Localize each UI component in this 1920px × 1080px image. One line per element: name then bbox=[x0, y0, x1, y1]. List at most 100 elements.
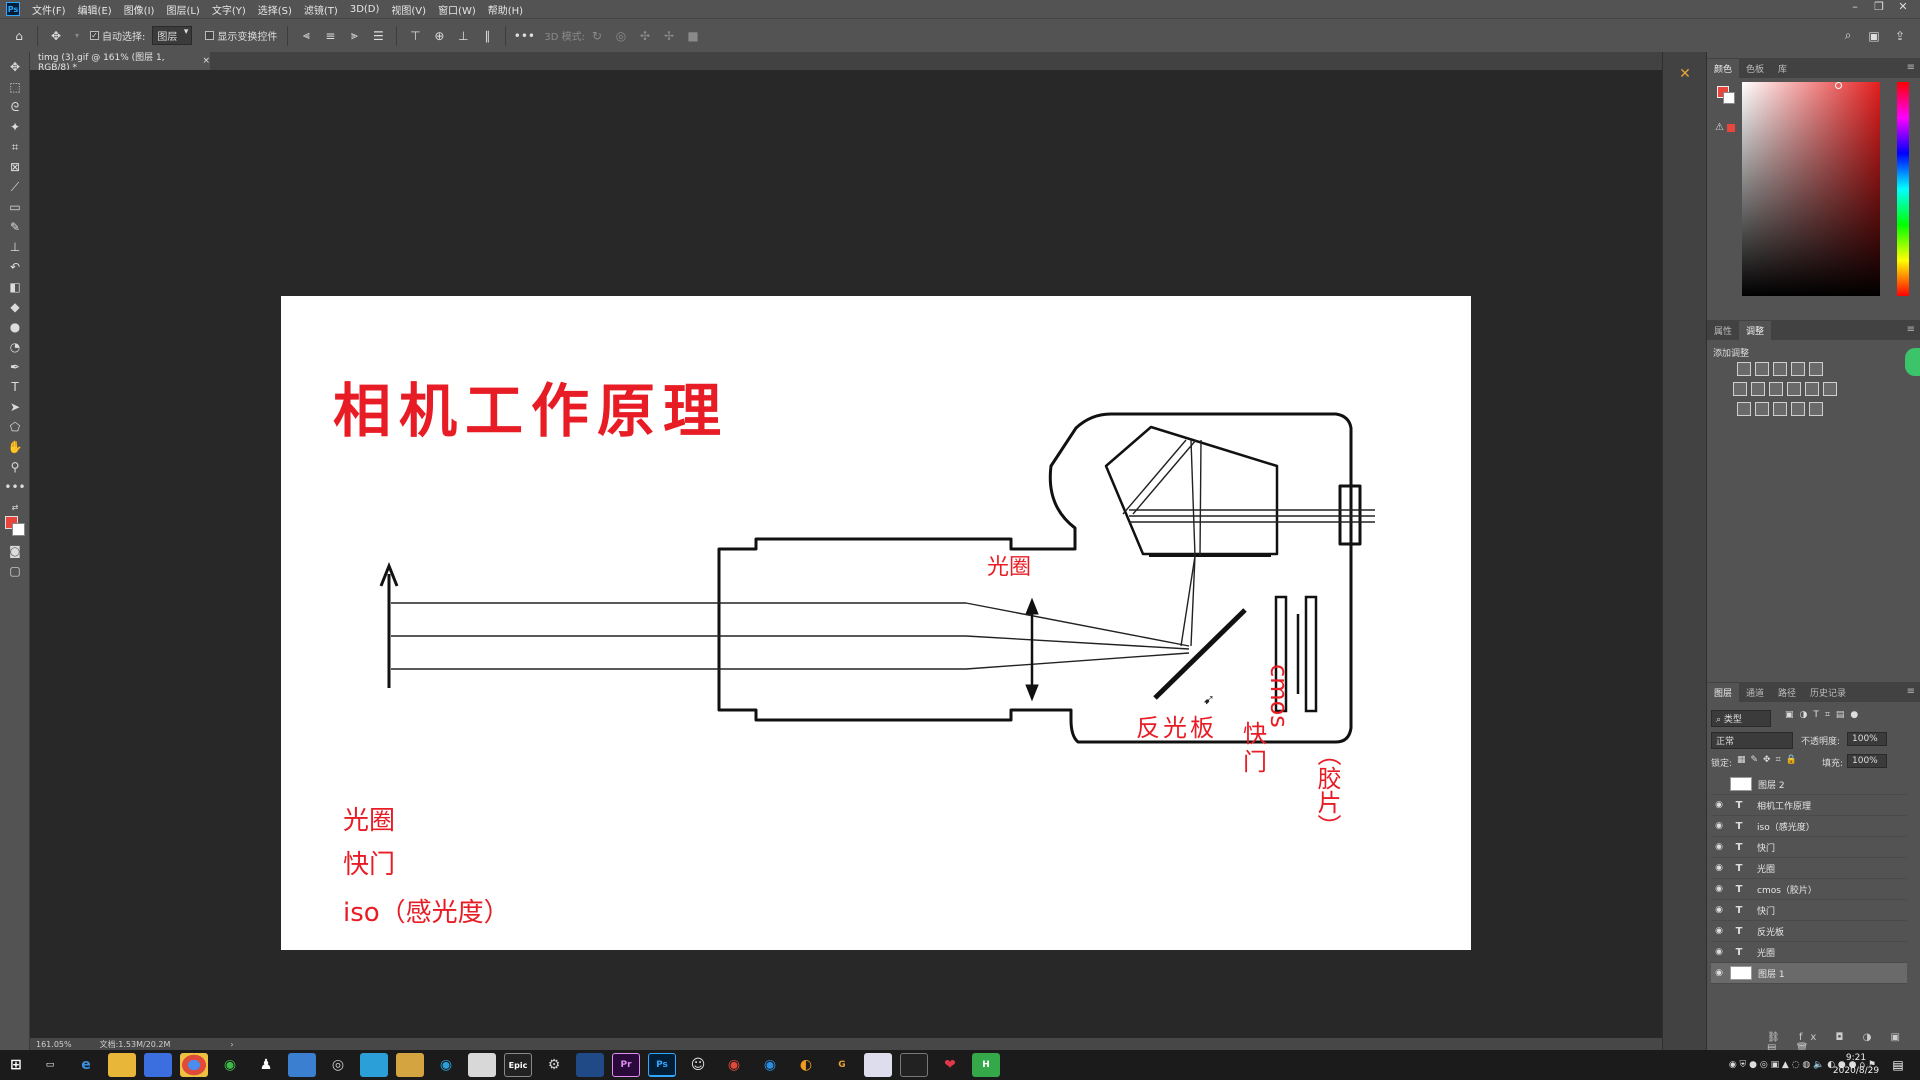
zoom-level[interactable]: 161.05% bbox=[36, 1040, 72, 1049]
selective-color-icon[interactable] bbox=[1809, 402, 1823, 416]
menu-type[interactable]: 文字(Y) bbox=[206, 2, 252, 17]
status-arrow-icon[interactable]: › bbox=[230, 1040, 233, 1049]
store-icon[interactable] bbox=[144, 1053, 172, 1077]
lasso-tool-icon[interactable]: ᘓ bbox=[5, 98, 25, 116]
pen-tool-icon[interactable]: ✒ bbox=[5, 358, 25, 376]
menu-select[interactable]: 选择(S) bbox=[252, 2, 298, 17]
move-tool-icon[interactable]: ✥ bbox=[47, 27, 65, 45]
assistant-bubble-icon[interactable] bbox=[1905, 348, 1920, 376]
eye-icon[interactable]: ◉ bbox=[1711, 884, 1727, 894]
document-tab[interactable]: timg (3).gif @ 161% (图层 1, RGB/8) * × bbox=[30, 52, 210, 73]
windows-start-icon[interactable]: ⊞ bbox=[4, 1053, 28, 1077]
mail-icon[interactable] bbox=[288, 1053, 316, 1077]
layer-row[interactable]: ◉ T cmos（胶片） bbox=[1711, 879, 1907, 900]
network-app-icon[interactable]: ◎ bbox=[324, 1053, 352, 1077]
background-color-swatch[interactable] bbox=[12, 523, 25, 536]
layer-row[interactable]: ◉ T 反光板 bbox=[1711, 921, 1907, 942]
steam-icon[interactable]: ⚙ bbox=[540, 1053, 568, 1077]
threshold-icon[interactable] bbox=[1773, 402, 1787, 416]
menu-window[interactable]: 窗口(W) bbox=[432, 2, 482, 17]
tab-paths[interactable]: 路径 bbox=[1771, 683, 1803, 702]
distribute-horizontal-icon[interactable]: ☰ bbox=[369, 27, 387, 45]
layer-row[interactable]: 图层 2 bbox=[1711, 774, 1907, 795]
align-hcenter-icon[interactable]: ≡ bbox=[321, 27, 339, 45]
exposure-icon[interactable] bbox=[1791, 362, 1805, 376]
invert-icon[interactable] bbox=[1737, 402, 1751, 416]
restore-icon[interactable]: ❐ bbox=[1868, 0, 1890, 18]
shape-tool-icon[interactable]: ⬠ bbox=[5, 418, 25, 436]
eye-icon[interactable]: ◉ bbox=[1711, 800, 1727, 810]
chrome-icon[interactable] bbox=[180, 1053, 208, 1077]
unreal-icon[interactable] bbox=[900, 1053, 928, 1077]
panel-menu-icon[interactable]: ≡ bbox=[1907, 324, 1915, 335]
3d-pan-icon[interactable]: ✣ bbox=[636, 27, 654, 45]
layer-row[interactable]: ◉ T 相机工作原理 bbox=[1711, 795, 1907, 816]
h-app-icon[interactable]: H bbox=[972, 1053, 1000, 1077]
3d-orbit-icon[interactable]: ↻ bbox=[588, 27, 606, 45]
background-color-swatch[interactable] bbox=[1723, 92, 1735, 104]
healing-brush-tool-icon[interactable]: ▭ bbox=[5, 198, 25, 216]
epic-games-icon[interactable]: Epic bbox=[504, 1053, 532, 1077]
auto-select-checkbox[interactable]: ✓ 自动选择: bbox=[90, 28, 145, 43]
tab-libraries[interactable]: 库 bbox=[1771, 59, 1794, 78]
menu-3d[interactable]: 3D(D) bbox=[344, 4, 386, 15]
edit-toolbar-icon[interactable]: ••• bbox=[4, 478, 25, 496]
tools-panel-icon[interactable]: ✕ bbox=[1677, 66, 1693, 82]
clone-stamp-tool-icon[interactable]: ⊥ bbox=[5, 238, 25, 256]
menu-filter[interactable]: 滤镜(T) bbox=[298, 2, 344, 17]
layer-row[interactable]: ◉ T 光圈 bbox=[1711, 942, 1907, 963]
history-brush-tool-icon[interactable]: ↶ bbox=[5, 258, 25, 276]
media-icon[interactable]: ◐ bbox=[792, 1053, 820, 1077]
workspace-icon[interactable]: ▣ bbox=[1865, 27, 1883, 45]
3d-scale-icon[interactable]: ■ bbox=[684, 27, 702, 45]
zoom-tool-icon[interactable]: ⚲ bbox=[5, 458, 25, 476]
g-app-icon[interactable]: G bbox=[828, 1053, 856, 1077]
crop-tool-icon[interactable]: ⌗ bbox=[5, 138, 25, 156]
align-left-icon[interactable]: ⫷ bbox=[297, 27, 315, 45]
eye-icon[interactable]: ◉ bbox=[1711, 968, 1727, 978]
eye-icon[interactable]: ◉ bbox=[1711, 842, 1727, 852]
magic-wand-tool-icon[interactable]: ✦ bbox=[5, 118, 25, 136]
align-right-icon[interactable]: ⫸ bbox=[345, 27, 363, 45]
game-icon[interactable]: ☺ bbox=[684, 1053, 712, 1077]
color-balance-icon[interactable] bbox=[1751, 382, 1765, 396]
tool-app-icon[interactable] bbox=[864, 1053, 892, 1077]
minimize-icon[interactable]: – bbox=[1844, 0, 1866, 18]
eraser-tool-icon[interactable]: ◧ bbox=[5, 278, 25, 296]
eye-icon[interactable]: ◉ bbox=[1711, 947, 1727, 957]
brush-tool-icon[interactable]: ✎ bbox=[5, 218, 25, 236]
close-window-icon[interactable]: ✕ bbox=[1892, 0, 1914, 18]
frame-tool-icon[interactable]: ⊠ bbox=[5, 158, 25, 176]
share-icon[interactable]: ⇪ bbox=[1891, 27, 1909, 45]
file-explorer-icon[interactable] bbox=[108, 1053, 136, 1077]
system-clock[interactable]: 9:21 2020/8/29 bbox=[1826, 1052, 1886, 1078]
layer-filter-dropdown[interactable]: ⌕ 类型 bbox=[1711, 710, 1771, 727]
curves-icon[interactable] bbox=[1773, 362, 1787, 376]
blur-tool-icon[interactable]: ● bbox=[5, 318, 25, 336]
auto-select-dropdown[interactable]: 图层 bbox=[152, 26, 193, 45]
paint-bucket-tool-icon[interactable]: ◆ bbox=[5, 298, 25, 316]
color-picker-marker[interactable] bbox=[1835, 82, 1842, 89]
layer-row[interactable]: ◉ T 快门 bbox=[1711, 900, 1907, 921]
notepad-icon[interactable] bbox=[360, 1053, 388, 1077]
tab-layers[interactable]: 图层 bbox=[1707, 683, 1740, 702]
close-tab-icon[interactable]: × bbox=[202, 56, 210, 66]
wechat-icon[interactable]: ◉ bbox=[216, 1053, 244, 1077]
photo-filter-icon[interactable] bbox=[1787, 382, 1801, 396]
kugou-icon[interactable]: ◉ bbox=[756, 1053, 784, 1077]
color-field[interactable] bbox=[1742, 82, 1880, 296]
3d-roll-icon[interactable]: ◎ bbox=[612, 27, 630, 45]
panel-menu-icon[interactable]: ≡ bbox=[1907, 686, 1915, 697]
marquee-tool-icon[interactable]: ⬚ bbox=[5, 78, 25, 96]
tab-color[interactable]: 颜色 bbox=[1707, 59, 1740, 78]
photoshop-icon[interactable]: Ps bbox=[648, 1053, 676, 1077]
distribute-vertical-icon[interactable]: ∥ bbox=[478, 27, 496, 45]
eye-icon[interactable]: ◉ bbox=[1711, 926, 1727, 936]
align-top-icon[interactable]: ⊤ bbox=[406, 27, 424, 45]
posterize-icon[interactable] bbox=[1755, 402, 1769, 416]
menu-help[interactable]: 帮助(H) bbox=[482, 2, 529, 17]
quick-mask-icon[interactable]: ◙ bbox=[5, 542, 25, 560]
align-vcenter-icon[interactable]: ⊕ bbox=[430, 27, 448, 45]
layer-row[interactable]: ◉ T 快门 bbox=[1711, 837, 1907, 858]
edge-browser-icon[interactable]: e bbox=[72, 1053, 100, 1077]
